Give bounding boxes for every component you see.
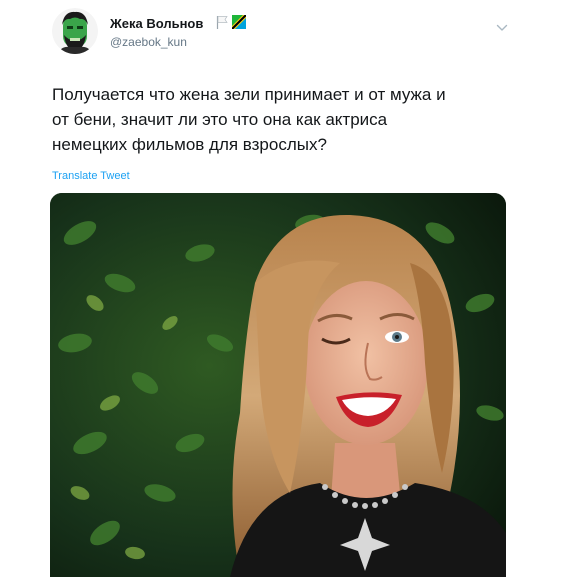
avatar[interactable] <box>52 8 98 54</box>
author-name[interactable]: Жека Вольнов <box>110 16 203 31</box>
tweet-text-line: Получается что жена зели принимает и от … <box>52 85 446 104</box>
tweet: Жека Вольнов @zaebok_kun Получается что … <box>0 0 563 577</box>
tweet-text-line: немецких фильмов для взрослых? <box>52 135 327 154</box>
tweet-photo[interactable] <box>50 193 506 577</box>
author-handle[interactable]: @zaebok_kun <box>110 35 187 49</box>
chevron-down-icon[interactable] <box>496 20 508 31</box>
tweet-text-line: от бени, значит ли это что она как актри… <box>52 110 388 129</box>
translate-tweet-link[interactable]: Translate Tweet <box>52 170 130 182</box>
tweet-text: Получается что жена зели принимает и от … <box>52 82 522 157</box>
white-flag-icon <box>216 15 228 30</box>
tanzania-flag-icon <box>232 15 246 29</box>
